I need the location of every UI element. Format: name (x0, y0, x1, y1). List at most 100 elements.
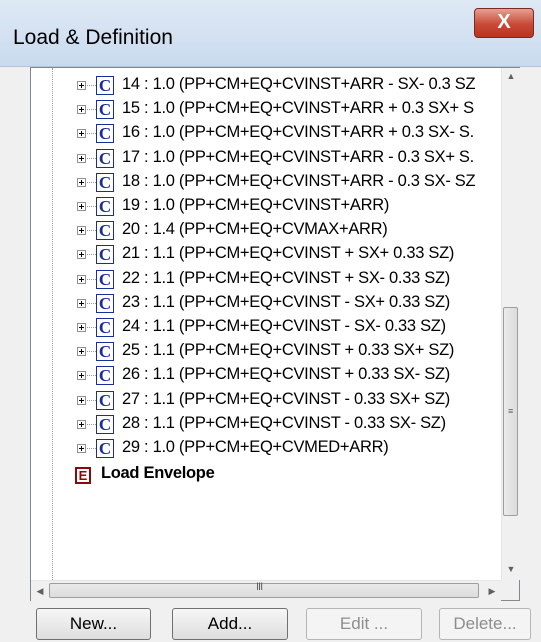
combination-icon: C (96, 269, 114, 289)
tree-item-label: 28 : 1.1 (PP+CM+EQ+CVINST - 0.33 SX- SZ) (122, 413, 446, 432)
expand-plus-icon[interactable] (77, 298, 86, 308)
expand-plus-icon[interactable] (77, 202, 86, 211)
tree-branch-line (87, 133, 96, 135)
tree-item-label: 18 : 1.0 (PP+CM+EQ+CVINST+ARR - 0.3 SX- … (122, 171, 476, 190)
vertical-scrollbar[interactable]: ▲ ≡ ▼ (501, 68, 520, 580)
edit-button[interactable]: Edit ... (306, 608, 422, 640)
tree-branch-line (87, 85, 96, 86)
combination-icon: C (96, 390, 114, 410)
tree-branch-line (87, 399, 96, 401)
tree-item-label: 27 : 1.1 (PP+CM+EQ+CVINST - 0.33 SX+ SZ) (122, 389, 450, 408)
expand-plus-icon[interactable] (77, 444, 86, 453)
tree-branch-line (87, 109, 96, 111)
scroll-up-arrow-icon[interactable]: ▲ (502, 68, 520, 85)
load-tree-panel: C 14 : 1.0 (PP+CM+EQ+CVINST+ARR - SX- 0.3… (30, 67, 520, 601)
expand-plus-icon[interactable] (77, 274, 86, 284)
tree-branch-line (87, 302, 96, 304)
tree-item-combination[interactable]: C 25 : 1.1 (PP+CM+EQ+CVINST + 0.33 SX+ SZ… (31, 340, 501, 364)
tree-item-combination[interactable]: C 20 : 1.4 (PP+CM+EQ+CVMAX+ARR) (31, 219, 501, 243)
tree-item-combination[interactable]: C 28 : 1.1 (PP+CM+EQ+CVINST - 0.33 SX- SZ… (31, 413, 501, 437)
tree-item-combination[interactable]: C 14 : 1.0 (PP+CM+EQ+CVINST+ARR - SX- 0.3… (31, 74, 501, 98)
tree-item-label: 24 : 1.1 (PP+CM+EQ+CVINST - SX- 0.33 SZ) (122, 317, 446, 335)
tree-item-combination[interactable]: C 21 : 1.1 (PP+CM+EQ+CVINST + SX+ 0.33 SZ… (31, 243, 501, 267)
combination-icon: C (96, 124, 114, 144)
scroll-left-arrow-icon[interactable]: ◀ (31, 581, 49, 601)
tree-branch-line (87, 254, 96, 256)
tree-item-load-envelope[interactable]: E Load Envelope (31, 463, 501, 487)
delete-button[interactable]: Delete... (439, 608, 531, 640)
add-button[interactable]: Add... (172, 608, 288, 640)
tree-branch-line (87, 206, 96, 207)
envelope-icon: E (75, 467, 91, 485)
expand-plus-icon[interactable] (77, 81, 86, 90)
tree-item-combination[interactable]: C 29 : 1.0 (PP+CM+EQ+CVMED+ARR) (31, 437, 501, 461)
tree-branch-line (87, 448, 96, 449)
tree-item-combination[interactable]: C 24 : 1.1 (PP+CM+EQ+CVINST - SX- 0.33 SZ… (31, 316, 501, 340)
tree-item-label: 22 : 1.1 (PP+CM+EQ+CVINST + SX- 0.33 SZ) (122, 268, 450, 287)
tree-item-combination[interactable]: C 18 : 1.0 (PP+CM+EQ+CVINST+ARR - 0.3 SX-… (31, 171, 501, 195)
combination-icon: C (96, 366, 114, 386)
tree-item-label: 23 : 1.1 (PP+CM+EQ+CVINST - SX+ 0.33 SZ) (122, 292, 450, 311)
tree-item-combination[interactable]: C 23 : 1.1 (PP+CM+EQ+CVINST - SX+ 0.33 SZ… (31, 292, 501, 316)
horizontal-scroll-thumb[interactable]: III (49, 581, 479, 598)
tree-item-label: 15 : 1.0 (PP+CM+EQ+CVINST+ARR + 0.3 SX+ … (122, 99, 474, 118)
tree-item-label: Load Envelope (101, 464, 215, 483)
vertical-scroll-thumb[interactable]: ≡ (503, 307, 518, 516)
window-title: Load & Definition (13, 26, 173, 49)
tree-item-combination[interactable]: C 16 : 1.0 (PP+CM+EQ+CVINST+ARR + 0.3 SX-… (31, 122, 501, 146)
combination-icon: C (96, 245, 114, 265)
tree-item-combination[interactable]: C 27 : 1.1 (PP+CM+EQ+CVINST - 0.33 SX+ SZ… (31, 389, 501, 413)
tree-branch-line (87, 351, 96, 353)
tree-branch-line (87, 278, 96, 280)
tree-item-label: 26 : 1.1 (PP+CM+EQ+CVINST + 0.33 SX- SZ) (122, 365, 450, 384)
new-button[interactable]: New... (36, 608, 151, 640)
combination-icon: C (96, 342, 114, 362)
tree-item-label: 17 : 1.0 (PP+CM+EQ+CVINST+ARR - 0.3 SX+ … (122, 147, 474, 166)
tree-item-label: 20 : 1.4 (PP+CM+EQ+CVMAX+ARR) (122, 220, 388, 239)
tree-branch-line (87, 375, 96, 377)
combination-icon: C (96, 100, 114, 120)
tree-item-label: 19 : 1.0 (PP+CM+EQ+CVINST+ARR) (122, 196, 390, 214)
combination-icon: C (96, 414, 114, 434)
expand-plus-icon[interactable] (77, 153, 86, 163)
tree-branch-line (87, 181, 96, 183)
tree-branch-line (87, 423, 96, 425)
tree-item-combination[interactable]: C 17 : 1.0 (PP+CM+EQ+CVINST+ARR - 0.3 SX+… (31, 147, 501, 171)
tree-item-combination[interactable]: C 19 : 1.0 (PP+CM+EQ+CVINST+ARR) (31, 195, 501, 219)
combination-icon: C (96, 76, 114, 95)
expand-plus-icon[interactable] (77, 250, 86, 260)
expand-plus-icon[interactable] (77, 371, 86, 381)
expand-plus-icon[interactable] (77, 395, 86, 405)
horizontal-scrollbar[interactable]: ◀ III ▶ (31, 580, 501, 601)
scroll-grip-icon: III (256, 581, 263, 593)
scroll-corner (501, 580, 519, 600)
expand-plus-icon[interactable] (77, 177, 86, 187)
tree-item-combination[interactable]: C 22 : 1.1 (PP+CM+EQ+CVINST + SX- 0.33 SZ… (31, 268, 501, 292)
combination-icon: C (96, 172, 114, 192)
tree-item-label: 14 : 1.0 (PP+CM+EQ+CVINST+ARR - SX- 0.3 … (122, 75, 476, 93)
expand-plus-icon[interactable] (77, 347, 86, 357)
combination-icon: C (96, 197, 114, 216)
expand-plus-icon[interactable] (77, 323, 86, 332)
tree-item-combination[interactable]: C 26 : 1.1 (PP+CM+EQ+CVINST + 0.33 SX- SZ… (31, 364, 501, 388)
combination-icon: C (96, 293, 114, 313)
tree-item-label: 29 : 1.0 (PP+CM+EQ+CVMED+ARR) (122, 438, 389, 456)
tree-item-combination[interactable]: C 15 : 1.0 (PP+CM+EQ+CVINST+ARR + 0.3 SX+… (31, 98, 501, 122)
expand-plus-icon[interactable] (77, 105, 86, 115)
tree-item-label: 16 : 1.0 (PP+CM+EQ+CVINST+ARR + 0.3 SX- … (122, 123, 474, 142)
load-definition-dialog: Load & Definition X C 14 : 1.0 (PP+CM+EQ+… (0, 0, 541, 642)
combination-icon: C (96, 148, 114, 168)
expand-plus-icon[interactable] (77, 226, 86, 236)
expand-plus-icon[interactable] (77, 129, 86, 139)
combination-icon: C (96, 439, 114, 458)
tree-branch-line (87, 327, 96, 328)
scroll-grip-icon: ≡ (508, 406, 514, 416)
combination-icon: C (96, 318, 114, 337)
combination-icon: C (96, 221, 114, 241)
scroll-right-arrow-icon[interactable]: ▶ (483, 581, 501, 601)
load-tree[interactable]: C 14 : 1.0 (PP+CM+EQ+CVINST+ARR - SX- 0.3… (31, 68, 501, 580)
close-button[interactable]: X (474, 8, 534, 38)
tree-item-label: 25 : 1.1 (PP+CM+EQ+CVINST + 0.33 SX+ SZ) (122, 341, 455, 360)
expand-plus-icon[interactable] (77, 419, 86, 429)
scroll-down-arrow-icon[interactable]: ▼ (502, 561, 520, 578)
